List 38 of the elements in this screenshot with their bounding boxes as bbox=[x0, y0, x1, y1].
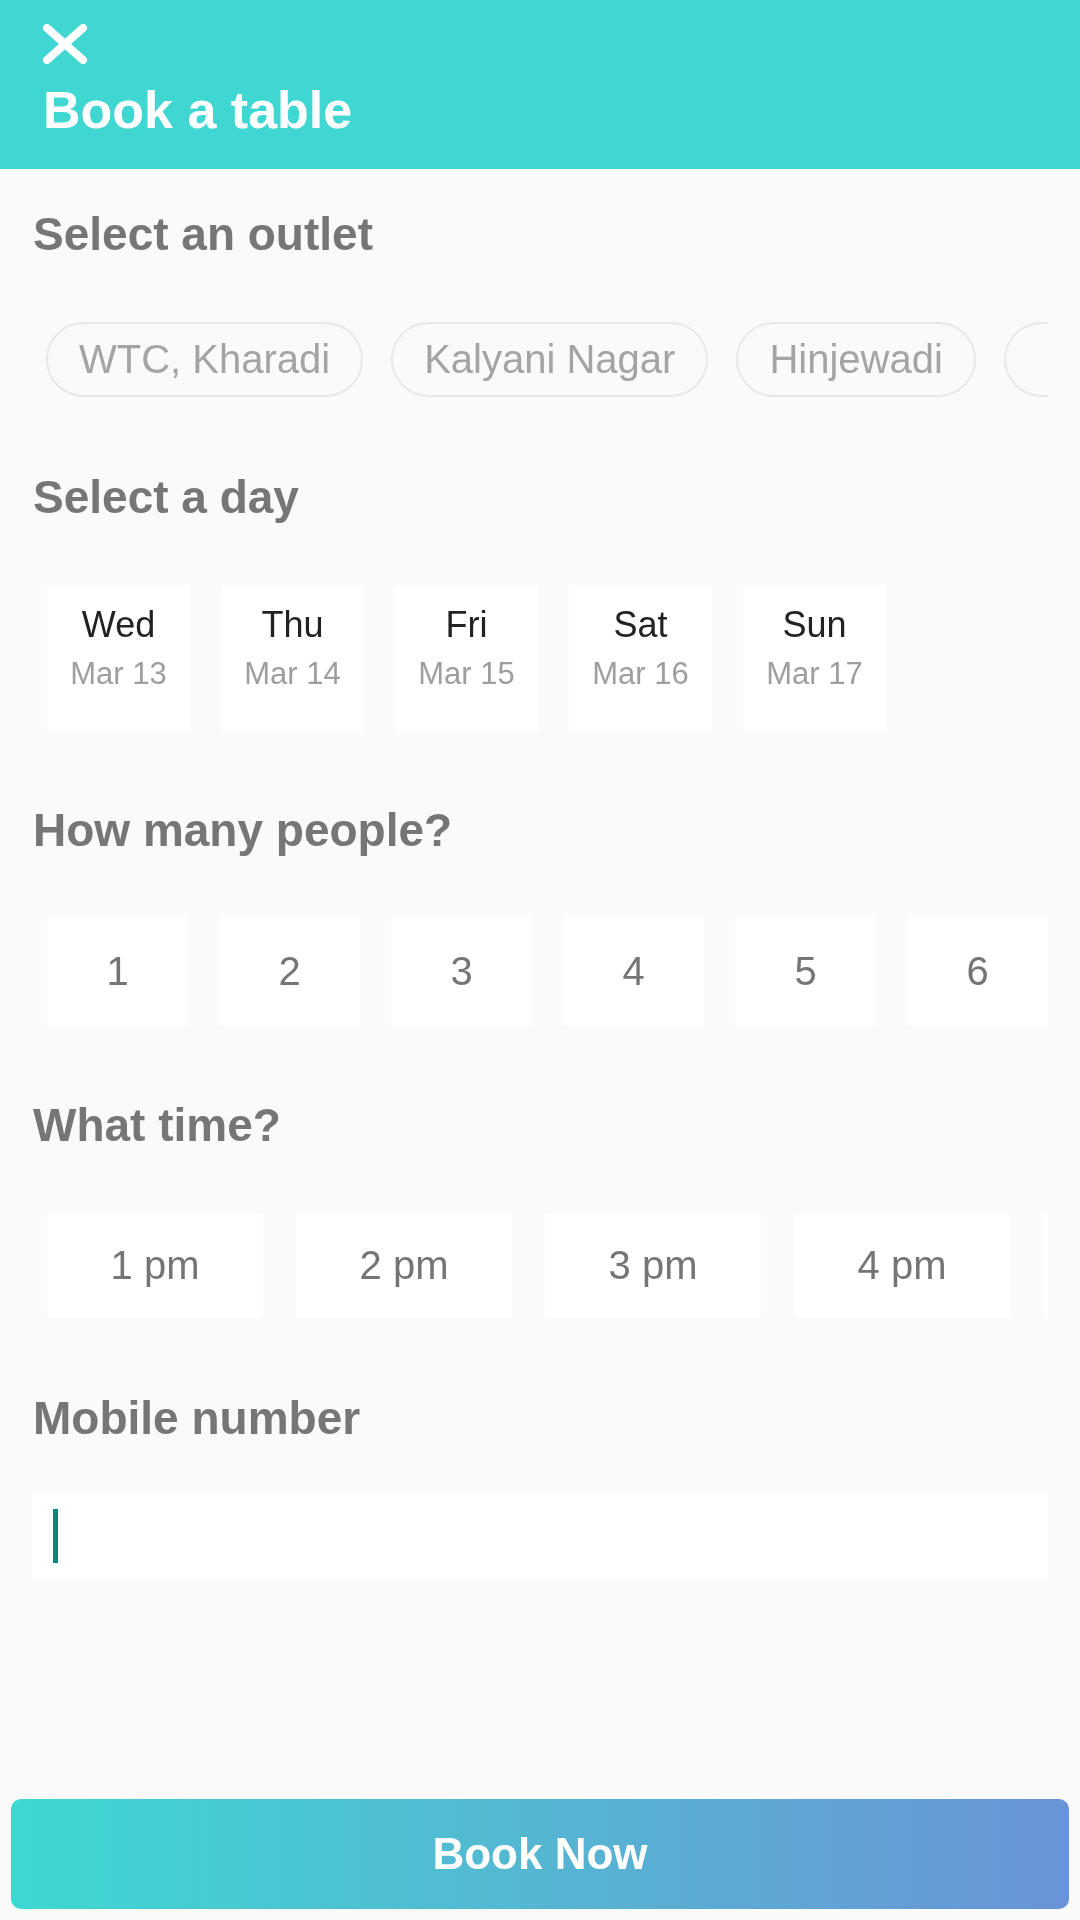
people-count-option[interactable]: 1 bbox=[47, 918, 188, 1025]
outlet-chip[interactable]: Hinjewadi bbox=[736, 322, 976, 397]
page-title: Book a table bbox=[43, 82, 353, 138]
day-option[interactable]: Sat Mar 16 bbox=[569, 585, 712, 730]
book-now-button[interactable]: Book Now bbox=[11, 1799, 1069, 1909]
date-label: Mar 14 bbox=[244, 655, 341, 693]
weekday-label: Wed bbox=[81, 603, 156, 647]
day-option[interactable]: Sun Mar 17 bbox=[743, 585, 886, 730]
weekday-label: Fri bbox=[445, 603, 488, 647]
date-label: Mar 17 bbox=[766, 655, 863, 693]
day-option[interactable]: Thu Mar 14 bbox=[221, 585, 364, 730]
date-label: Mar 15 bbox=[418, 655, 515, 693]
close-icon[interactable] bbox=[41, 24, 89, 64]
weekday-label: Sun bbox=[782, 603, 847, 647]
day-option[interactable]: Fri Mar 15 bbox=[395, 585, 538, 730]
time-slot-option[interactable]: 1 pm bbox=[47, 1213, 263, 1318]
time-slot-option[interactable]: 4 pm bbox=[794, 1213, 1010, 1318]
time-slot-option[interactable]: 2 pm bbox=[296, 1213, 512, 1318]
people-count-option[interactable]: 2 bbox=[219, 918, 360, 1025]
outlet-chip[interactable]: WTC, Kharadi bbox=[46, 322, 364, 397]
date-label: Mar 16 bbox=[592, 655, 689, 693]
people-count-option[interactable]: 3 bbox=[391, 918, 532, 1025]
weekday-label: Sat bbox=[613, 603, 668, 647]
people-count-option[interactable]: 6 bbox=[907, 918, 1048, 1025]
weekday-label: Thu bbox=[261, 603, 324, 647]
section-heading: Select a day bbox=[33, 473, 299, 521]
outlet-chip[interactable]: Kalyani Nagar bbox=[391, 322, 709, 397]
date-label: Mar 13 bbox=[70, 655, 167, 693]
text-cursor-icon bbox=[53, 1509, 58, 1563]
section-heading: How many people? bbox=[33, 806, 453, 854]
people-count-option[interactable]: 4 bbox=[563, 918, 704, 1025]
time-slot-option[interactable]: 3 pm bbox=[545, 1213, 761, 1318]
people-count-option[interactable]: 5 bbox=[735, 918, 876, 1025]
mobile-number-field[interactable] bbox=[32, 1492, 1048, 1580]
section-heading: Select an outlet bbox=[33, 210, 373, 258]
section-heading: Mobile number bbox=[33, 1394, 361, 1442]
section-heading: What time? bbox=[33, 1101, 281, 1149]
day-option[interactable]: Wed Mar 13 bbox=[47, 585, 190, 730]
